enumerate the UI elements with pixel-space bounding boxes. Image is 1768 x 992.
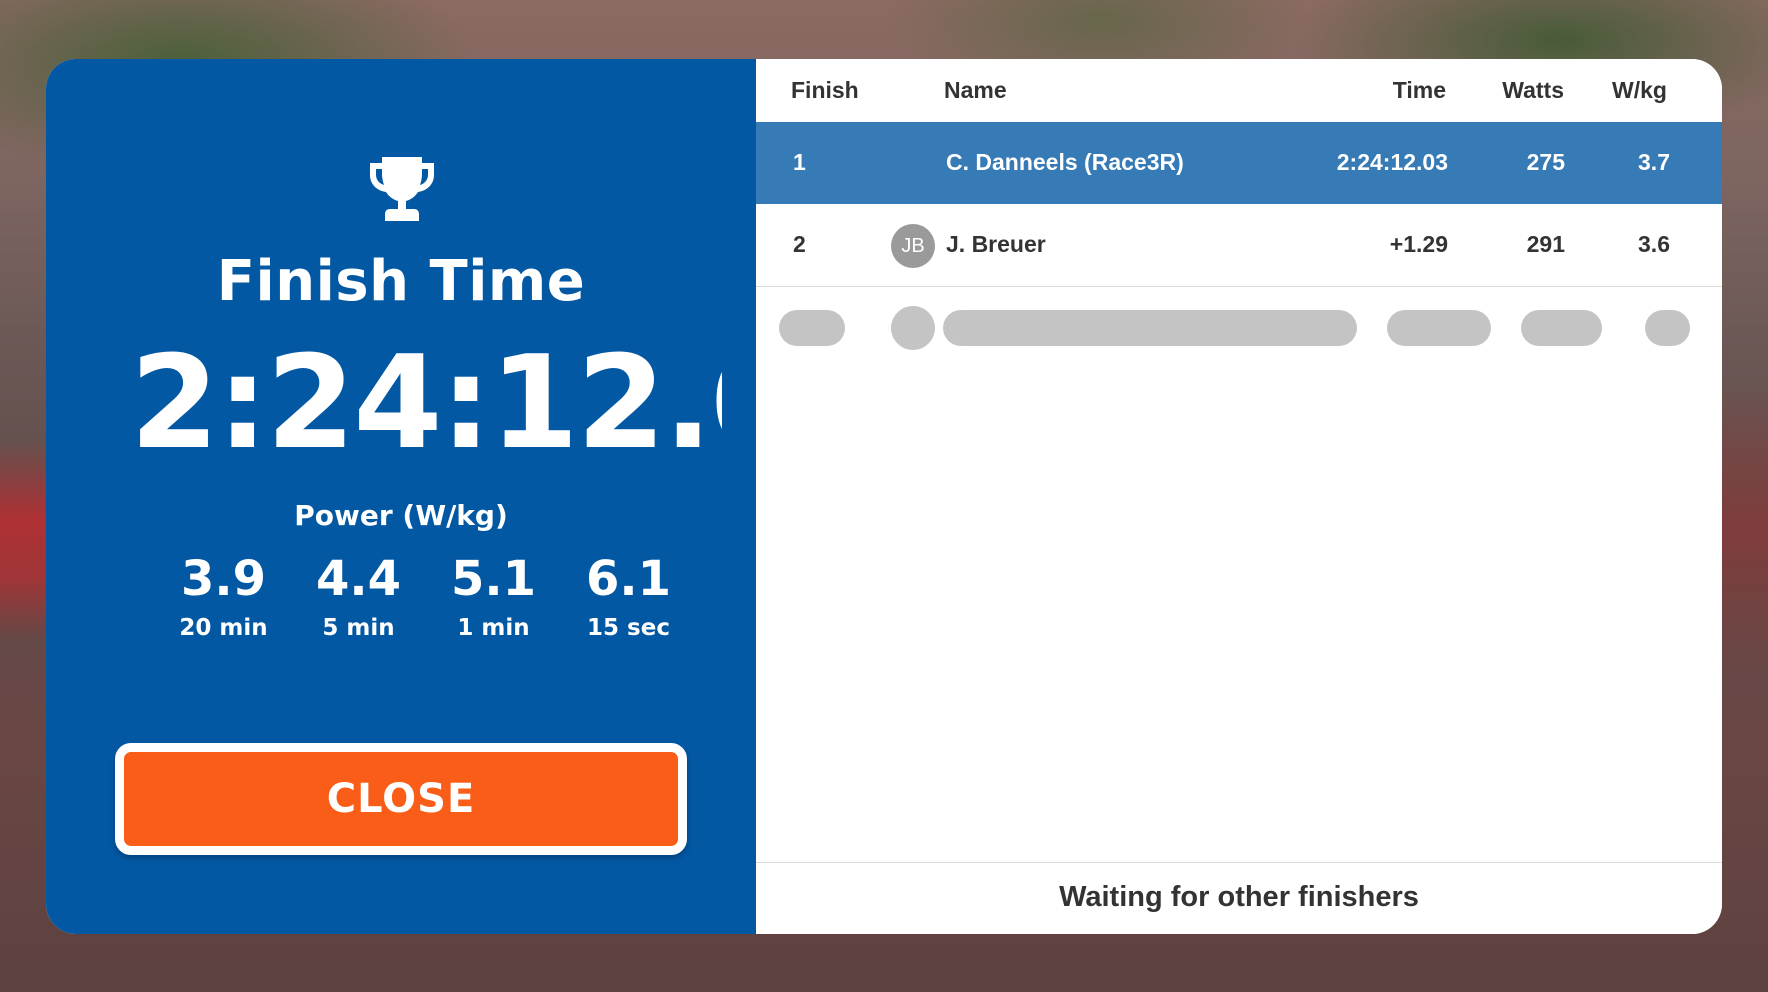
avatar: JB — [891, 224, 935, 268]
table-row[interactable]: 2 JB J. Breuer +1.29 291 3.6 — [756, 204, 1722, 287]
power-stat-20min: 3.9 20 min — [156, 549, 291, 641]
placeholder-watts — [1521, 310, 1602, 346]
finish-time-title: Finish Time — [216, 249, 586, 314]
power-stat-1min: 5.1 1 min — [426, 549, 561, 641]
column-header-watts: Watts — [1502, 77, 1564, 103]
power-value: 6.1 — [585, 551, 672, 607]
rider-watts: 275 — [1526, 149, 1565, 175]
rider-wkg: 3.7 — [1638, 149, 1670, 175]
column-header-name: Name — [944, 77, 1007, 103]
rider-watts: 291 — [1526, 231, 1565, 257]
waiting-status: Waiting for other finishers — [756, 862, 1722, 934]
finish-time-value: 2:24:12.03 — [130, 329, 722, 478]
column-header-wkg: W/kg — [1612, 77, 1667, 103]
results-table-panel: Finish Name Time Watts W/kg 1 C. Danneel… — [756, 59, 1722, 934]
finish-summary-panel: Finish Time 2:24:12.03 Power (W/kg) 3.9 … — [46, 59, 756, 934]
power-duration: 15 sec — [587, 615, 670, 641]
power-value: 4.4 — [315, 551, 402, 607]
power-duration: 20 min — [179, 615, 268, 641]
rider-name: J. Breuer — [946, 231, 1046, 257]
finish-time-clip: 2:24:12.03 — [130, 329, 722, 479]
placeholder-position — [779, 310, 845, 346]
table-row[interactable]: 1 C. Danneels (Race3R) 2:24:12.03 275 3.… — [756, 122, 1722, 204]
close-button[interactable]: CLOSE — [115, 743, 687, 855]
placeholder-name — [943, 310, 1357, 346]
background-road-marking-left — [0, 440, 46, 640]
finish-position: 1 — [793, 149, 806, 175]
rider-time: 2:24:12.03 — [1336, 149, 1448, 175]
placeholder-wkg — [1645, 310, 1690, 346]
power-label: Power (W/kg) — [294, 499, 508, 532]
rider-wkg: 3.6 — [1638, 231, 1670, 257]
power-value: 5.1 — [450, 551, 537, 607]
finish-position: 2 — [793, 231, 806, 257]
power-duration: 1 min — [457, 615, 530, 641]
power-stat-15sec: 6.1 15 sec — [561, 549, 696, 641]
rider-name: C. Danneels (Race3R) — [946, 149, 1184, 175]
race-results-modal: Finish Time 2:24:12.03 Power (W/kg) 3.9 … — [46, 59, 1722, 934]
results-table-header: Finish Name Time Watts W/kg — [756, 59, 1722, 123]
power-stats: 3.9 20 min 4.4 5 min 5.1 1 min 6.1 15 se… — [156, 549, 696, 641]
background-road-marking-right — [1722, 380, 1768, 680]
loading-placeholder-row — [756, 287, 1722, 369]
power-duration: 5 min — [322, 615, 395, 641]
placeholder-avatar — [891, 306, 935, 350]
column-header-finish: Finish — [791, 77, 859, 103]
power-value: 3.9 — [180, 551, 267, 607]
power-stat-5min: 4.4 5 min — [291, 549, 426, 641]
rider-time: +1.29 — [1389, 231, 1448, 257]
placeholder-time — [1387, 310, 1491, 346]
trophy-icon — [370, 157, 434, 221]
column-header-time: Time — [1392, 77, 1446, 103]
